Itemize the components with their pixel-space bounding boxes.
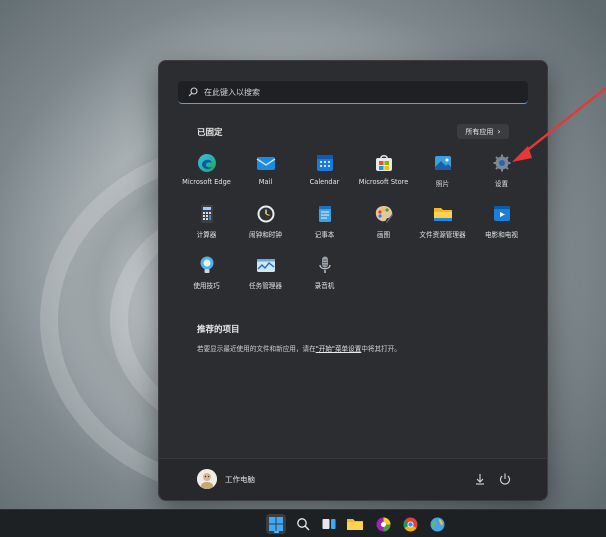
chrome-icon: [403, 517, 417, 531]
taskbar-file-explorer-button[interactable]: [345, 514, 365, 534]
app-tile-clock[interactable]: 闹钟和时钟: [236, 202, 295, 240]
calculator-icon: [200, 205, 213, 223]
active-indicator: [274, 531, 279, 533]
app-label: 闹钟和时钟: [249, 231, 282, 239]
all-apps-label: 所有应用: [465, 127, 494, 136]
app-label: Calendar: [309, 178, 340, 186]
clock-icon: [257, 205, 274, 223]
mail-icon: [256, 157, 275, 170]
app-tile-calculator[interactable]: 计算器: [177, 202, 236, 240]
app-tile-photos[interactable]: 照片: [413, 151, 472, 189]
power-icon[interactable]: [498, 472, 512, 486]
recorder-icon: [318, 256, 331, 273]
settings-gear-icon: [493, 154, 510, 172]
edge-icon: [197, 154, 216, 172]
start-icon: [269, 517, 283, 531]
all-apps-button[interactable]: 所有应用 ›: [457, 124, 509, 139]
user-account-button[interactable]: 工作电脑: [197, 469, 255, 489]
search-icon: [188, 87, 198, 97]
taskbar-app-button[interactable]: [373, 514, 393, 534]
app-tile-notepad[interactable]: 记事本: [295, 202, 354, 240]
photos-icon: [434, 156, 451, 170]
app-label: 录音机: [314, 282, 335, 290]
file-explorer-icon: [347, 519, 363, 530]
taskbar-start-button[interactable]: [266, 514, 286, 534]
recommended-suffix: 中将其打开。: [361, 345, 401, 353]
movies-icon: [493, 206, 510, 221]
app-tile-calendar[interactable]: Calendar: [295, 151, 354, 189]
paint-icon: [375, 206, 393, 223]
search-input[interactable]: [204, 87, 504, 97]
app-label: 文件资源管理器: [419, 231, 466, 239]
app-label: 画图: [376, 231, 391, 239]
pinned-apps-grid: Microsoft Edge Mail Calendar Microsoft S…: [177, 151, 531, 291]
app-label: 设置: [494, 180, 509, 188]
start-menu-settings-link[interactable]: "开始"菜单设置: [316, 345, 362, 353]
app-tile-mail[interactable]: Mail: [236, 151, 295, 189]
recommended-text: 若要显示最近使用的文件和新应用，请在: [197, 345, 316, 353]
app-label: 电影和电视: [485, 231, 518, 239]
task-manager-icon: [256, 259, 275, 272]
notepad-icon: [318, 206, 331, 222]
user-avatar-icon: [197, 469, 217, 489]
chevron-right-icon: ›: [497, 127, 501, 136]
store-icon: [375, 155, 392, 171]
start-menu: 已固定 所有应用 › Microsoft Edge Mail: [158, 60, 548, 501]
app-tile-task-manager[interactable]: 任务管理器: [236, 253, 295, 291]
app-label: 记事本: [314, 231, 335, 239]
recommended-section-title: 推荐的项目: [197, 325, 240, 335]
app-tile-store[interactable]: Microsoft Store: [354, 151, 413, 189]
downloads-icon[interactable]: [473, 472, 487, 486]
globe-app-icon: [430, 517, 444, 531]
app-label: 任务管理器: [249, 282, 282, 290]
app-tile-settings[interactable]: 设置: [472, 151, 531, 189]
app-label: 照片: [435, 180, 450, 188]
taskbar-chrome-button[interactable]: [400, 514, 420, 534]
app-tile-recorder[interactable]: 录音机: [295, 253, 354, 291]
taskbar: [0, 509, 606, 537]
recommended-message: 若要显示最近使用的文件和新应用，请在"开始"菜单设置中将其打开。: [197, 343, 401, 353]
folder-icon: [433, 208, 452, 221]
task-view-icon: [322, 519, 336, 529]
calendar-icon: [316, 155, 333, 171]
taskbar-globe-app-button[interactable]: [427, 514, 447, 534]
app-tile-tips[interactable]: 使用技巧: [177, 253, 236, 291]
search-box[interactable]: [178, 81, 528, 104]
app-tile-paint[interactable]: 画图: [354, 202, 413, 240]
user-name: 工作电脑: [225, 474, 255, 484]
app-label: Mail: [258, 178, 273, 186]
app-tile-edge[interactable]: Microsoft Edge: [177, 151, 236, 189]
app-tile-movies[interactable]: 电影和电视: [472, 202, 531, 240]
start-menu-footer: 工作电脑: [159, 458, 547, 500]
tips-icon: [200, 256, 213, 273]
app-label: 使用技巧: [193, 282, 220, 290]
app-label: 计算器: [196, 231, 217, 239]
app-label: Microsoft Store: [358, 178, 409, 186]
pinned-section-title: 已固定: [197, 128, 223, 138]
taskbar-task-view-button[interactable]: [319, 514, 339, 534]
app-label: Microsoft Edge: [182, 178, 231, 186]
taskbar-search-button[interactable]: [293, 514, 313, 534]
avatar: [197, 469, 217, 489]
colorful-app-icon: [376, 517, 390, 531]
search-icon: [297, 518, 310, 531]
app-tile-file-explorer[interactable]: 文件资源管理器: [413, 202, 472, 240]
